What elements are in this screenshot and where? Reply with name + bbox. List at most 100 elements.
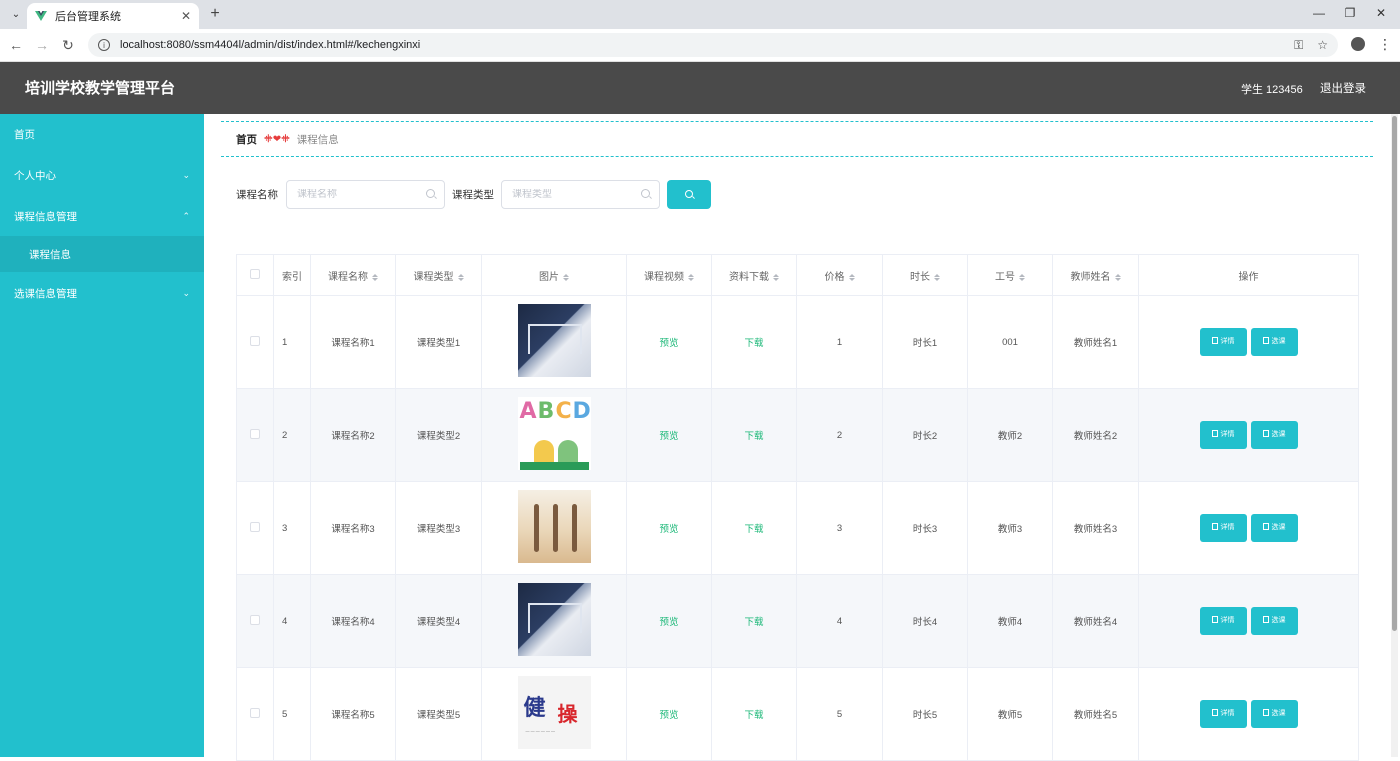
minimize-icon[interactable]: — xyxy=(1310,6,1328,20)
sort-icon[interactable] xyxy=(688,274,694,281)
cell-duration: 时长4 xyxy=(882,574,968,668)
select-course-button[interactable]: 选课 xyxy=(1250,607,1298,635)
header-video[interactable]: 课程视频 xyxy=(626,254,712,296)
cell-download: 下载 xyxy=(711,481,797,575)
download-link[interactable]: 下载 xyxy=(744,524,763,535)
course-type-input-wrap[interactable] xyxy=(501,180,660,209)
breadcrumb-home[interactable]: 首页 xyxy=(236,132,257,147)
scrollbar-thumb[interactable] xyxy=(1392,116,1397,631)
cell-image xyxy=(481,574,627,668)
header-image[interactable]: 图片 xyxy=(481,254,627,296)
download-link[interactable]: 下载 xyxy=(744,710,763,721)
sort-icon[interactable] xyxy=(934,274,940,281)
select-all-checkbox[interactable] xyxy=(250,268,260,279)
header-staff-id[interactable]: 工号 xyxy=(967,254,1053,296)
breadcrumb: 首页 ꔰ❤ꔰ 课程信息 xyxy=(221,121,1373,157)
row-select-cell[interactable] xyxy=(236,667,274,761)
row-checkbox[interactable] xyxy=(250,428,260,439)
sort-icon[interactable] xyxy=(1019,274,1025,281)
preview-link[interactable]: 预览 xyxy=(659,710,678,721)
cell-image: ABCD xyxy=(481,388,627,482)
page-scrollbar[interactable] xyxy=(1391,114,1398,757)
course-type-input[interactable] xyxy=(512,189,637,200)
header-name[interactable]: 课程名称 xyxy=(310,254,396,296)
detail-button[interactable]: 详情 xyxy=(1199,700,1247,728)
download-link[interactable]: 下载 xyxy=(744,338,763,349)
browser-tab[interactable]: 后台管理系统 ✕ xyxy=(27,3,199,29)
chevron-down-icon: ⌄ xyxy=(182,169,190,180)
cell-video: 预览 xyxy=(626,481,712,575)
course-name-input[interactable] xyxy=(297,189,422,200)
table-row: 5 课程名称5 课程类型5 健操 — — — — — — 预览 下载 5 时长5 教师5 教师姓名5… xyxy=(236,667,1359,761)
logout-link[interactable]: 退出登录 xyxy=(1320,80,1366,96)
password-key-icon[interactable]: ⚿ xyxy=(1294,38,1303,53)
sidebar-item-label: 课程信息管理 xyxy=(14,210,77,223)
sort-icon[interactable] xyxy=(458,274,464,281)
header-duration[interactable]: 时长 xyxy=(882,254,968,296)
row-select-cell[interactable] xyxy=(236,481,274,575)
document-icon xyxy=(1211,709,1218,716)
tab-close-icon[interactable]: ✕ xyxy=(181,9,191,23)
preview-link[interactable]: 预览 xyxy=(659,617,678,628)
tab-search-icon[interactable]: ⌄ xyxy=(6,5,26,23)
detail-button[interactable]: 详情 xyxy=(1199,421,1247,449)
select-course-button[interactable]: 选课 xyxy=(1250,328,1298,356)
row-select-cell[interactable] xyxy=(236,574,274,668)
row-select-cell[interactable] xyxy=(236,295,274,389)
restore-icon[interactable]: ❐ xyxy=(1341,6,1359,20)
site-info-icon[interactable]: i xyxy=(98,39,110,51)
row-checkbox[interactable] xyxy=(250,614,260,625)
detail-button[interactable]: 详情 xyxy=(1199,514,1247,542)
header-price[interactable]: 价格 xyxy=(796,254,883,296)
cell-course-type: 课程类型5 xyxy=(395,667,482,761)
new-tab-icon[interactable]: + xyxy=(205,4,225,24)
select-course-button[interactable]: 选课 xyxy=(1250,700,1298,728)
back-icon[interactable]: ← xyxy=(7,37,25,53)
download-link[interactable]: 下载 xyxy=(744,431,763,442)
sort-icon[interactable] xyxy=(563,274,569,281)
document-icon xyxy=(1262,337,1269,344)
preview-link[interactable]: 预览 xyxy=(659,338,678,349)
row-checkbox[interactable] xyxy=(250,335,260,346)
sidebar-item-label: 个人中心 xyxy=(14,169,56,182)
forward-icon[interactable]: → xyxy=(33,37,51,53)
sidebar-item-selection-management[interactable]: 选课信息管理 ⌄ xyxy=(0,273,204,313)
row-checkbox[interactable] xyxy=(250,521,260,532)
header-teacher[interactable]: 教师姓名 xyxy=(1052,254,1139,296)
course-name-label: 课程名称 xyxy=(236,189,278,201)
sort-icon[interactable] xyxy=(773,274,779,281)
sidebar-subitem-label: 课程信息 xyxy=(29,248,71,261)
sort-icon[interactable] xyxy=(849,274,855,281)
cell-staff-id: 教师2 xyxy=(967,388,1053,482)
detail-button[interactable]: 详情 xyxy=(1199,607,1247,635)
cell-duration: 时长5 xyxy=(882,667,968,761)
detail-button[interactable]: 详情 xyxy=(1199,328,1247,356)
sort-icon[interactable] xyxy=(1115,274,1121,281)
profile-icon[interactable] xyxy=(1351,37,1365,51)
search-button[interactable] xyxy=(667,180,711,209)
cell-actions: 详情 选课 xyxy=(1138,667,1359,761)
select-all-cell[interactable] xyxy=(236,254,274,296)
reload-icon[interactable]: ↻ xyxy=(59,37,77,54)
sidebar-item-course-management[interactable]: 课程信息管理 ⌃ xyxy=(0,196,204,236)
more-menu-icon[interactable]: ⋮ xyxy=(1378,36,1392,53)
select-course-button[interactable]: 选课 xyxy=(1250,514,1298,542)
preview-link[interactable]: 预览 xyxy=(659,524,678,535)
sidebar-item-personal-center[interactable]: 个人中心 ⌄ xyxy=(0,155,204,195)
sidebar-item-home[interactable]: 首页 xyxy=(0,114,204,154)
url-text[interactable]: localhost:8080/ssm4404l/admin/dist/index… xyxy=(120,39,1280,51)
row-checkbox[interactable] xyxy=(250,707,260,718)
row-select-cell[interactable] xyxy=(236,388,274,482)
course-name-input-wrap[interactable] xyxy=(286,180,445,209)
header-download[interactable]: 资料下载 xyxy=(711,254,797,296)
sort-icon[interactable] xyxy=(372,274,378,281)
bookmark-star-icon[interactable]: ☆ xyxy=(1317,38,1328,52)
cell-index: 4 xyxy=(273,574,311,668)
close-window-icon[interactable]: ✕ xyxy=(1372,6,1390,20)
download-link[interactable]: 下载 xyxy=(744,617,763,628)
sidebar-subitem-course-info[interactable]: 课程信息 xyxy=(0,236,204,272)
header-type[interactable]: 课程类型 xyxy=(395,254,482,296)
select-course-button[interactable]: 选课 xyxy=(1250,421,1298,449)
preview-link[interactable]: 预览 xyxy=(659,431,678,442)
omnibox[interactable]: i localhost:8080/ssm4404l/admin/dist/ind… xyxy=(88,33,1338,57)
